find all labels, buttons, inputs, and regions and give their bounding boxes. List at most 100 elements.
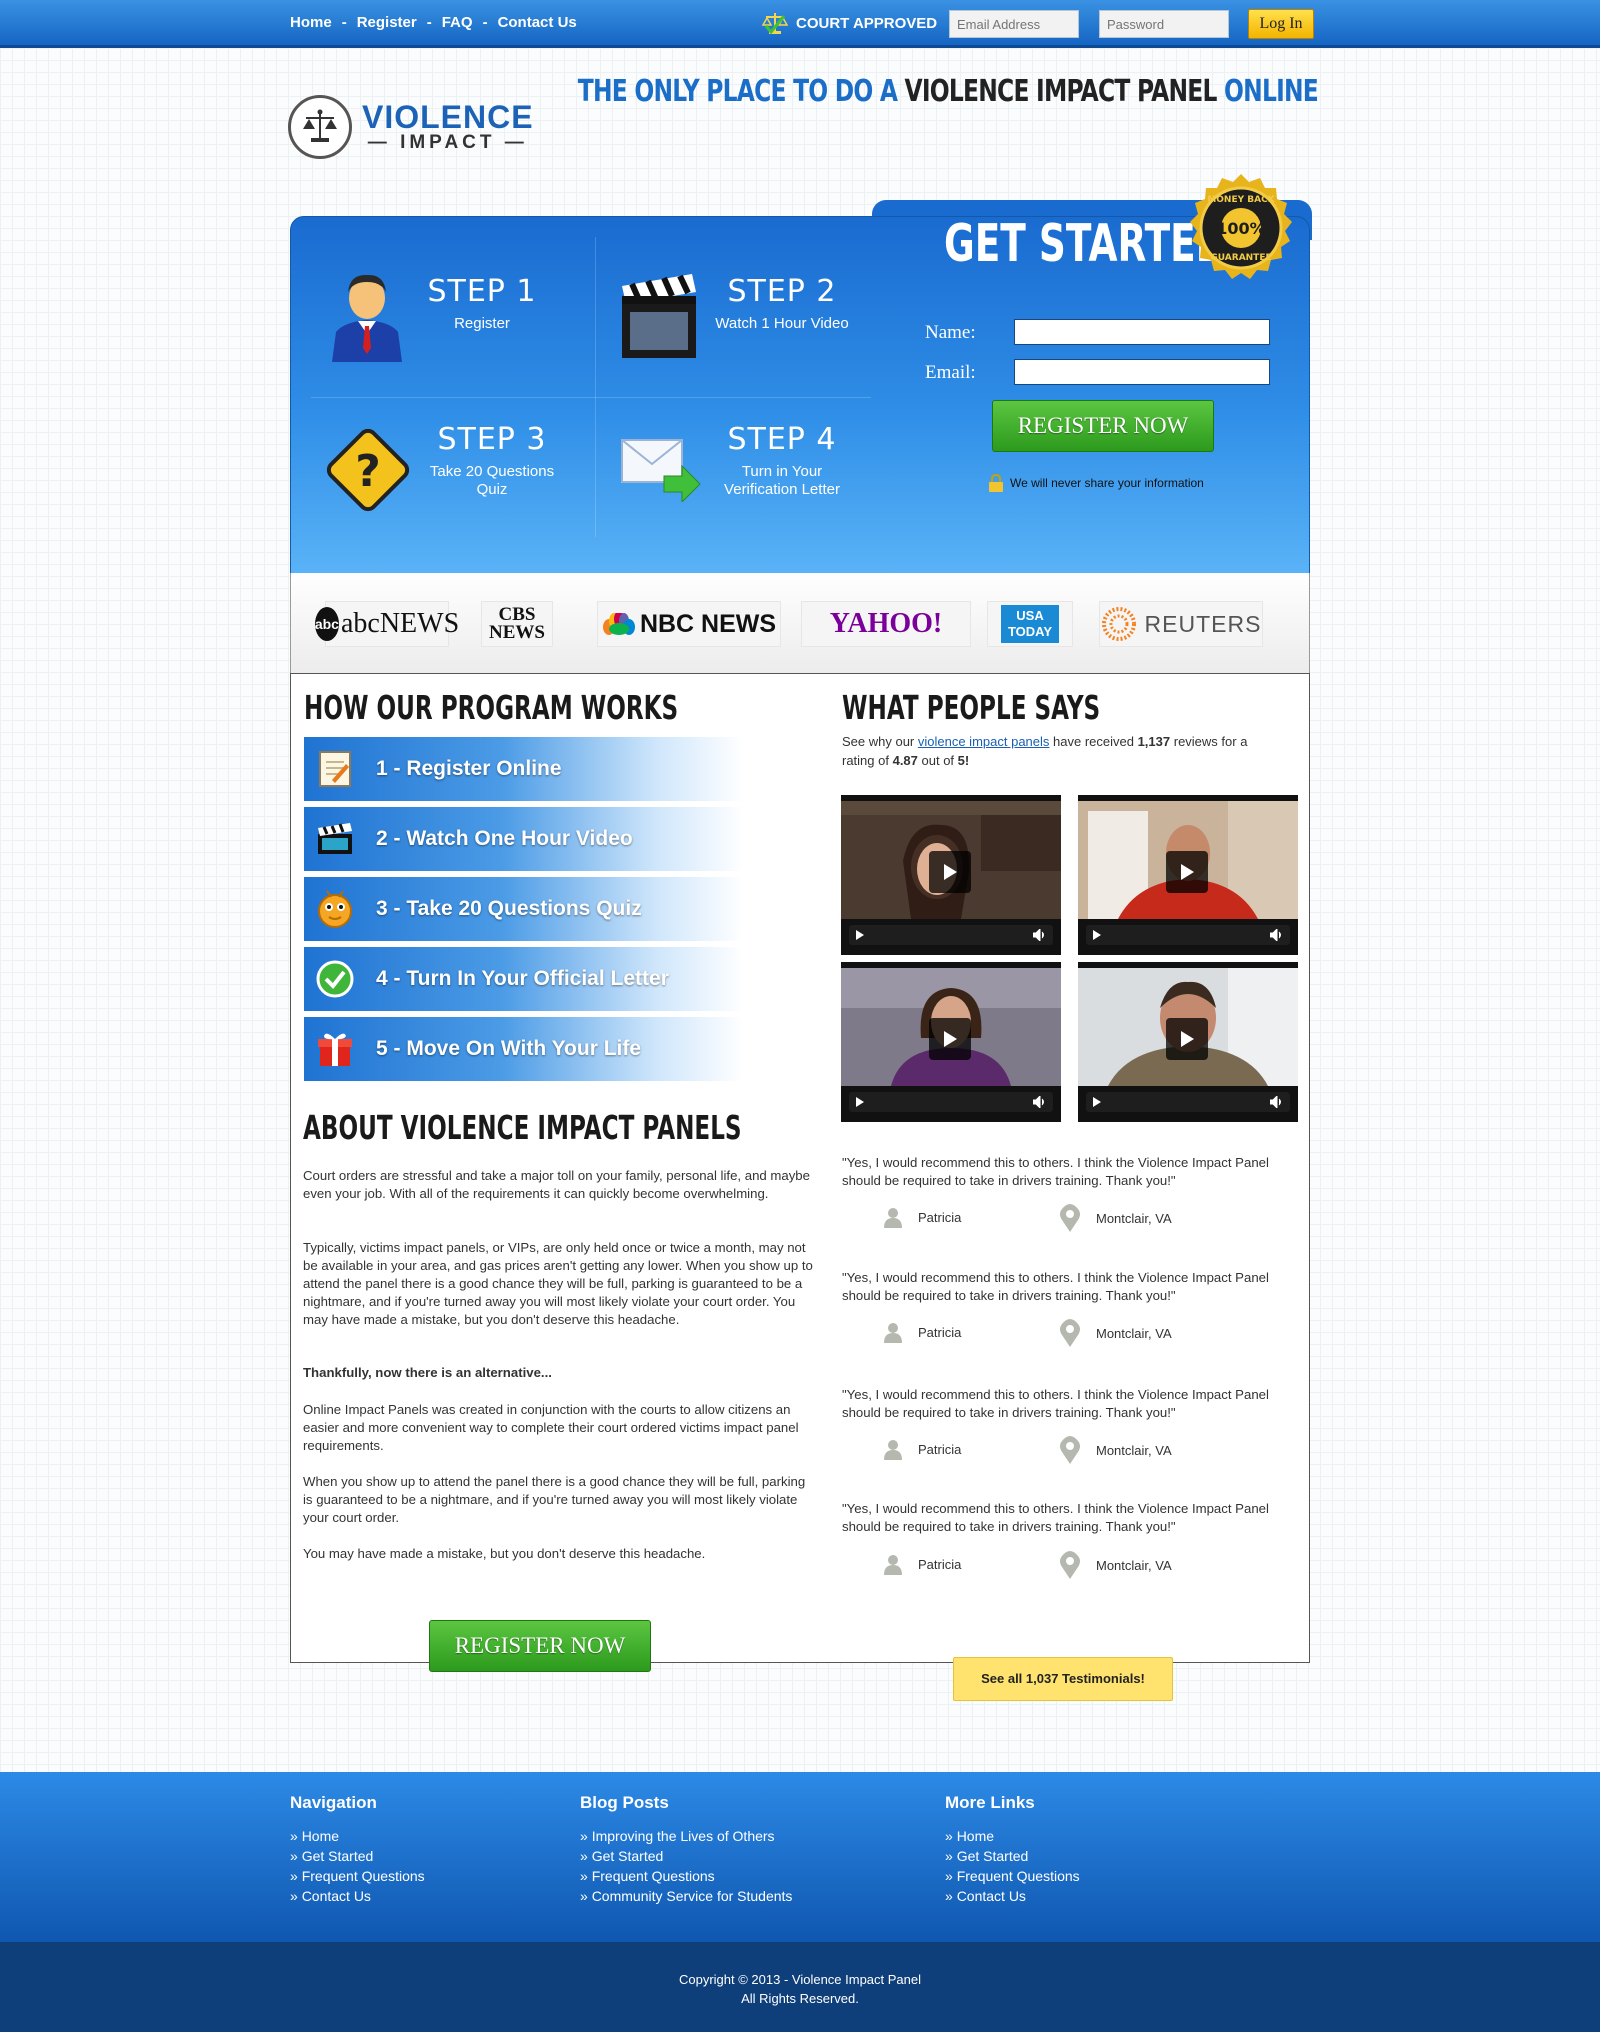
footer-link[interactable]: Frequent Questions — [290, 1866, 425, 1886]
register-now-button-bottom[interactable]: REGISTER NOW — [429, 1620, 651, 1672]
program-step-4[interactable]: 4 - Turn In Your Official Letter — [304, 947, 744, 1011]
testimonial-author: Patricia — [882, 1206, 961, 1228]
name-label: Name: — [925, 322, 976, 343]
copyright-bar: Copyright © 2013 - Violence Impact Panel… — [0, 1942, 1600, 2032]
play-button[interactable] — [929, 851, 971, 893]
testimonial-video[interactable] — [1078, 962, 1298, 1122]
password-input[interactable] — [1099, 10, 1229, 38]
person-icon — [884, 1555, 902, 1575]
testimonial-author: Patricia — [882, 1553, 961, 1575]
person-icon — [884, 1440, 902, 1460]
play-icon — [1093, 1097, 1101, 1107]
play-button[interactable] — [1166, 1018, 1208, 1060]
footer-blog-posts: Blog Posts Improving the Lives of Others… — [580, 1793, 792, 1906]
footer-link[interactable]: Contact Us — [290, 1886, 425, 1906]
step-4-title: STEP 4 — [727, 422, 837, 457]
video-controls[interactable] — [1086, 1092, 1290, 1112]
login-button[interactable]: Log In — [1248, 9, 1314, 39]
top-nav: Home - Register - FAQ - Contact Us — [290, 14, 577, 31]
tagline-part2: VIOLENCE IMPACT PANEL — [904, 74, 1218, 109]
rights-text: All Rights Reserved. — [741, 1991, 859, 2006]
testimonial-video[interactable] — [841, 795, 1061, 955]
footer-link[interactable]: Frequent Questions — [580, 1866, 792, 1886]
person-icon — [884, 1323, 902, 1343]
program-step-3[interactable]: 3 - Take 20 Questions Quiz — [304, 877, 744, 941]
author-name: Patricia — [918, 1441, 962, 1457]
money-back-badge: 100% MONEY BACK GUARANTEE — [1190, 174, 1292, 279]
about-paragraph-4: Online Impact Panels was created in conj… — [303, 1402, 799, 1453]
badge-percent: 100% — [1216, 219, 1265, 238]
about-paragraph-1: Court orders are stressful and take a ma… — [303, 1168, 810, 1201]
rating-value: 4.87 — [892, 753, 918, 768]
testimonial-author: Patricia — [882, 1321, 961, 1343]
tagline-part3: ONLINE — [1224, 74, 1319, 109]
testimonial-location: Montclair, VA — [1058, 1319, 1172, 1347]
nav-contact-link[interactable]: Contact Us — [498, 14, 577, 31]
nav-separator: - — [482, 14, 488, 31]
footer-navigation-title: Navigation — [290, 1793, 377, 1812]
email-field[interactable] — [1014, 359, 1270, 385]
footer-link[interactable]: Improving the Lives of Others — [580, 1826, 792, 1846]
name-field[interactable] — [1014, 319, 1270, 345]
logo-line2: — IMPACT — — [367, 132, 528, 153]
map-pin-icon — [1060, 1436, 1080, 1464]
step-4: STEP 4 Turn in Your Verification Letter — [712, 422, 852, 499]
volume-icon — [1270, 1096, 1281, 1108]
logo-scales-icon — [288, 95, 352, 159]
testimonial-video[interactable] — [841, 962, 1061, 1122]
map-pin-icon — [1060, 1551, 1080, 1579]
program-step-2[interactable]: 2 - Watch One Hour Video — [304, 807, 744, 871]
footer-link[interactable]: Frequent Questions — [945, 1866, 1080, 1886]
footer-link[interactable]: Get Started — [290, 1846, 425, 1866]
about-paragraph-2: Typically, victims impact panels, or VIP… — [303, 1240, 813, 1327]
play-button[interactable] — [929, 1018, 971, 1060]
footer-blog-title: Blog Posts — [580, 1793, 669, 1812]
location-text: Montclair, VA — [1096, 1210, 1172, 1226]
step-3-desc: Take 20 Questions Quiz — [429, 463, 555, 498]
notepad-icon — [314, 748, 356, 790]
footer-link[interactable]: Get Started — [580, 1846, 792, 1866]
nav-faq-link[interactable]: FAQ — [442, 14, 473, 31]
testimonial-video[interactable] — [1078, 795, 1298, 955]
email-address-input[interactable] — [949, 10, 1079, 38]
reuters-logo: REUTERS — [1099, 601, 1263, 647]
footer-link[interactable]: Contact Us — [945, 1886, 1080, 1906]
video-controls[interactable] — [1086, 925, 1290, 945]
footer-link[interactable]: Get Started — [945, 1846, 1080, 1866]
privacy-text: We will never share your information — [1010, 476, 1204, 490]
site-logo[interactable]: VIOLENCE — IMPACT — — [288, 95, 534, 159]
copyright-text: Copyright © 2013 - Violence Impact Panel — [678, 1972, 922, 1987]
program-step-1[interactable]: 1 - Register Online — [304, 737, 744, 801]
violence-impact-panels-link[interactable]: violence impact panels — [918, 734, 1050, 749]
gift-icon — [314, 1028, 356, 1070]
testimonial-quote: "Yes, I would recommend this to others. … — [842, 1270, 1269, 1303]
nbc-news-text: NBC NEWS — [639, 609, 777, 638]
author-name: Patricia — [918, 1324, 962, 1340]
yahoo-text: YAHOO! — [829, 608, 943, 639]
step-divider — [311, 397, 871, 398]
step-3-title: STEP 3 — [437, 422, 547, 457]
footer-link[interactable]: Home — [290, 1826, 425, 1846]
register-now-button[interactable]: REGISTER NOW — [992, 400, 1214, 452]
footer-navigation: Navigation Home Get Started Frequent Que… — [290, 1793, 425, 1906]
nav-register-link[interactable]: Register — [357, 14, 417, 31]
program-step-5[interactable]: 5 - Move On With Your Life — [304, 1017, 744, 1081]
see-all-testimonials-button[interactable]: See all 1,037 Testimonials! — [953, 1657, 1173, 1701]
abc-news-text: abcNEWS — [340, 608, 460, 639]
play-button[interactable] — [1166, 851, 1208, 893]
video-controls[interactable] — [849, 1092, 1053, 1112]
reuters-dots-icon — [1101, 607, 1136, 641]
about-paragraph-5: When you show up to attend the panel the… — [303, 1474, 806, 1525]
privacy-note: We will never share your information — [988, 474, 1204, 492]
footer-link[interactable]: Community Service for Students — [580, 1886, 793, 1906]
yahoo-logo: YAHOO! — [801, 601, 971, 647]
video-controls[interactable] — [849, 925, 1053, 945]
reuters-text: REUTERS — [1144, 610, 1262, 637]
court-approved-text: COURT APPROVED — [796, 14, 938, 32]
program-step-3-label: 3 - Take 20 Questions Quiz — [376, 897, 642, 920]
nav-home-link[interactable]: Home — [290, 14, 332, 31]
footer-link[interactable]: Home — [945, 1826, 1080, 1846]
step-1-title: STEP 1 — [427, 274, 537, 309]
play-icon — [856, 930, 864, 940]
step-divider — [595, 237, 596, 537]
